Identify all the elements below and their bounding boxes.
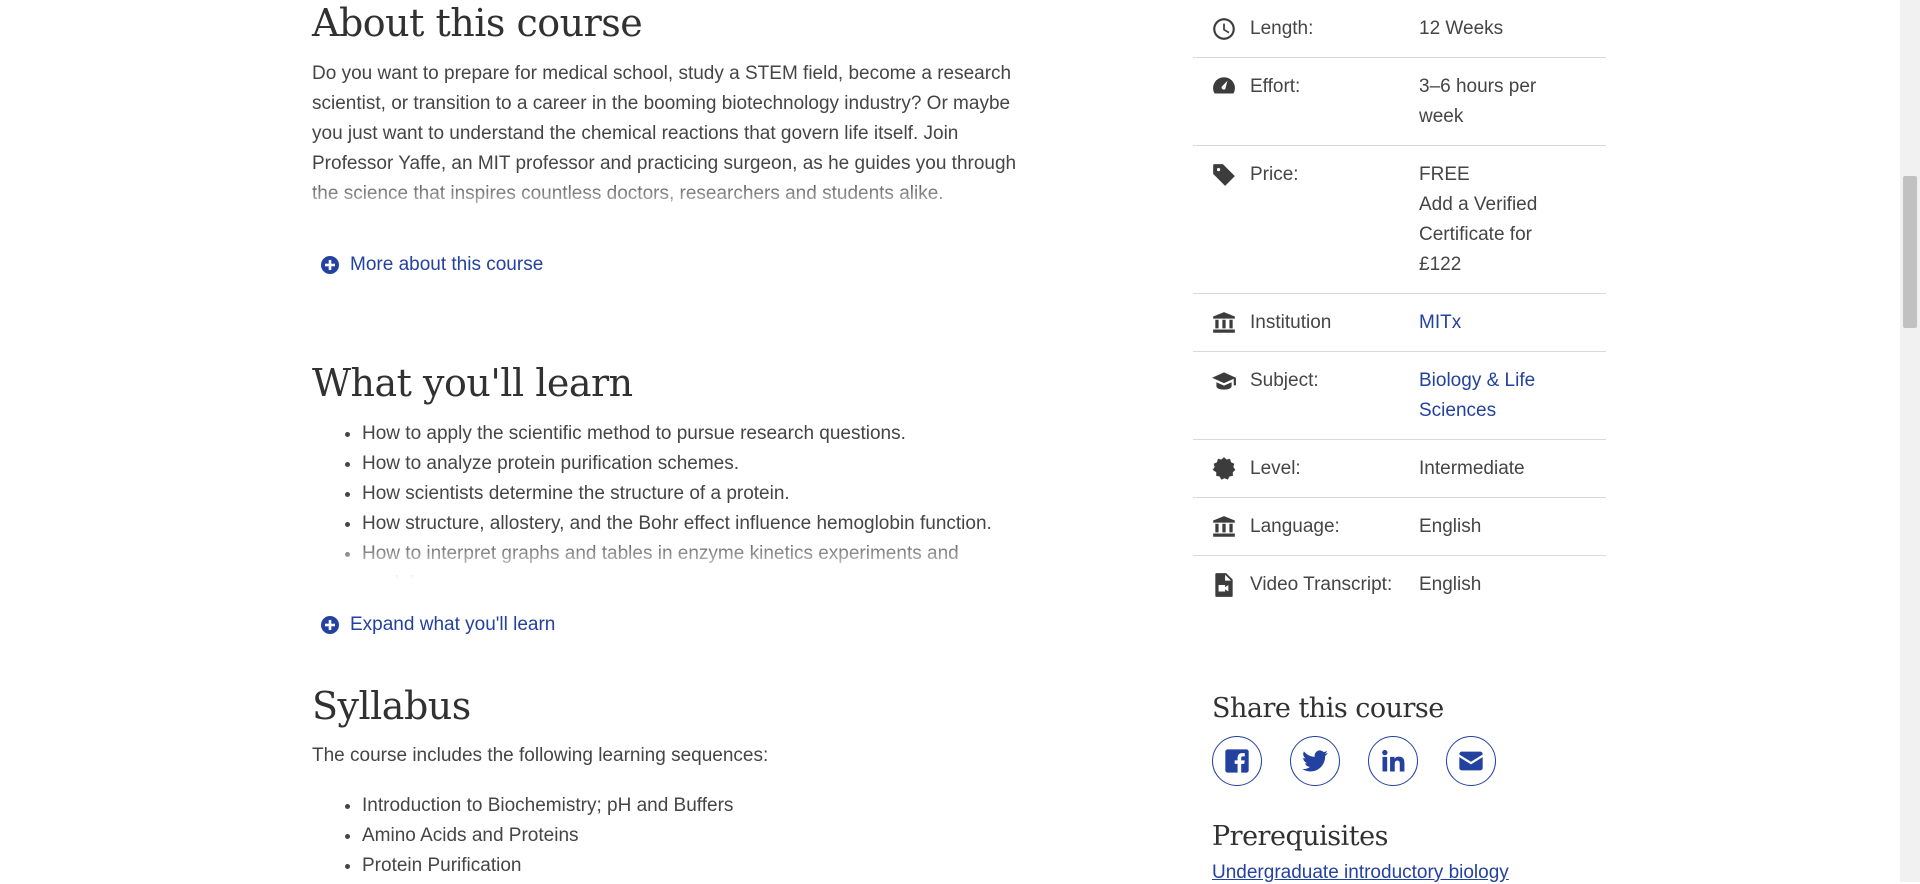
badge-icon [1211, 454, 1241, 484]
detail-label: Institution [1250, 312, 1332, 333]
share-heading: Share this course [1212, 693, 1444, 724]
more-about-course-link[interactable]: More about this course [320, 254, 543, 276]
prerequisite-link[interactable]: Undergraduate introductory biology [1212, 862, 1612, 884]
subject-link[interactable]: Biology & Life Sciences [1419, 366, 1579, 426]
twitter-share-button[interactable] [1290, 736, 1340, 786]
expand-learn-link[interactable]: Expand what you'll learn [320, 614, 555, 636]
detail-row-level: Level: Intermediate [1193, 440, 1606, 498]
plus-circle-icon [321, 256, 339, 274]
detail-row-video-transcript: Video Transcript: English [1193, 556, 1606, 613]
syllabus-item: Introduction to Biochemistry; pH and Buf… [362, 791, 1070, 821]
prerequisites-heading: Prerequisites [1212, 821, 1388, 852]
expand-learn-label: Expand what you'll learn [350, 614, 556, 635]
tag-icon [1211, 160, 1241, 190]
syllabus-intro: The course includes the following learni… [312, 745, 769, 766]
course-details-sidebar: Length: 12 Weeks Effort: 3–6 hours per w… [1193, 0, 1606, 613]
detail-row-institution: Institution MITx [1193, 294, 1606, 352]
linkedin-icon [1382, 749, 1405, 772]
price-value: FREE [1419, 164, 1470, 185]
learn-item: How to apply the scientific method to pu… [362, 419, 1020, 449]
email-share-button[interactable] [1446, 736, 1496, 786]
twitter-icon [1302, 750, 1328, 772]
detail-value: English [1419, 574, 1482, 595]
detail-value: 3–6 hours per week [1419, 76, 1537, 127]
linkedin-share-button[interactable] [1368, 736, 1418, 786]
syllabus-list: Introduction to Biochemistry; pH and Buf… [312, 791, 1070, 881]
plus-circle-icon [321, 616, 339, 634]
prerequisites-section: Prerequisites Undergraduate introductory… [1212, 820, 1612, 884]
learn-list-container: How to apply the scientific method to pu… [312, 419, 1020, 583]
detail-row-price: Price: FREE Add a Verified Certificate f… [1193, 146, 1606, 294]
scrollbar-thumb[interactable] [1903, 176, 1917, 328]
video-file-icon [1211, 570, 1241, 600]
more-about-label: More about this course [350, 254, 544, 275]
detail-label: Video Transcript: [1250, 574, 1393, 595]
detail-row-length: Length: 12 Weeks [1193, 0, 1606, 58]
about-heading: About this course [312, 1, 643, 45]
syllabus-item: Protein Purification [362, 851, 1070, 881]
detail-row-subject: Subject: Biology & Life Sciences [1193, 352, 1606, 440]
detail-value: English [1419, 516, 1482, 537]
detail-label: Level: [1250, 458, 1301, 479]
institution-icon [1211, 308, 1241, 338]
detail-label: Subject: [1250, 370, 1319, 391]
learn-item: How to interpret graphs and tables in en… [362, 539, 1020, 583]
detail-label: Length: [1250, 18, 1314, 39]
detail-label: Price: [1250, 164, 1299, 185]
detail-row-language: Language: English [1193, 498, 1606, 556]
about-text-container: Do you want to prepare for medical schoo… [312, 59, 1020, 225]
detail-value: FREE Add a Verified Certificate for £122 [1419, 160, 1579, 280]
detail-value: Intermediate [1419, 458, 1525, 479]
page-scrollbar[interactable] [1900, 0, 1920, 882]
share-icons [1212, 736, 1572, 786]
clock-icon [1211, 14, 1241, 44]
verified-certificate-text: Add a Verified Certificate for £122 [1419, 194, 1538, 275]
learn-heading: What you'll learn [312, 361, 633, 405]
syllabus-heading: Syllabus [312, 684, 471, 728]
learn-item: How scientists determine the structure o… [362, 479, 1020, 509]
syllabus-item: Amino Acids and Proteins [362, 821, 1070, 851]
detail-label: Language: [1250, 516, 1340, 537]
gauge-icon [1211, 72, 1241, 102]
learn-item: How to analyze protein purification sche… [362, 449, 1020, 479]
facebook-share-button[interactable] [1212, 736, 1262, 786]
learn-item: How structure, allostery, and the Bohr e… [362, 509, 1020, 539]
about-text: Do you want to prepare for medical schoo… [312, 63, 1017, 204]
institution-link[interactable]: MITx [1419, 308, 1579, 338]
learn-list: How to apply the scientific method to pu… [312, 419, 1020, 583]
share-section: Share this course [1212, 692, 1572, 786]
email-icon [1459, 751, 1483, 771]
detail-row-effort: Effort: 3–6 hours per week [1193, 58, 1606, 146]
institution-icon [1211, 512, 1241, 542]
detail-value: 12 Weeks [1419, 18, 1504, 39]
graduation-cap-icon [1211, 366, 1241, 396]
detail-label: Effort: [1250, 76, 1301, 97]
facebook-icon [1225, 749, 1249, 773]
